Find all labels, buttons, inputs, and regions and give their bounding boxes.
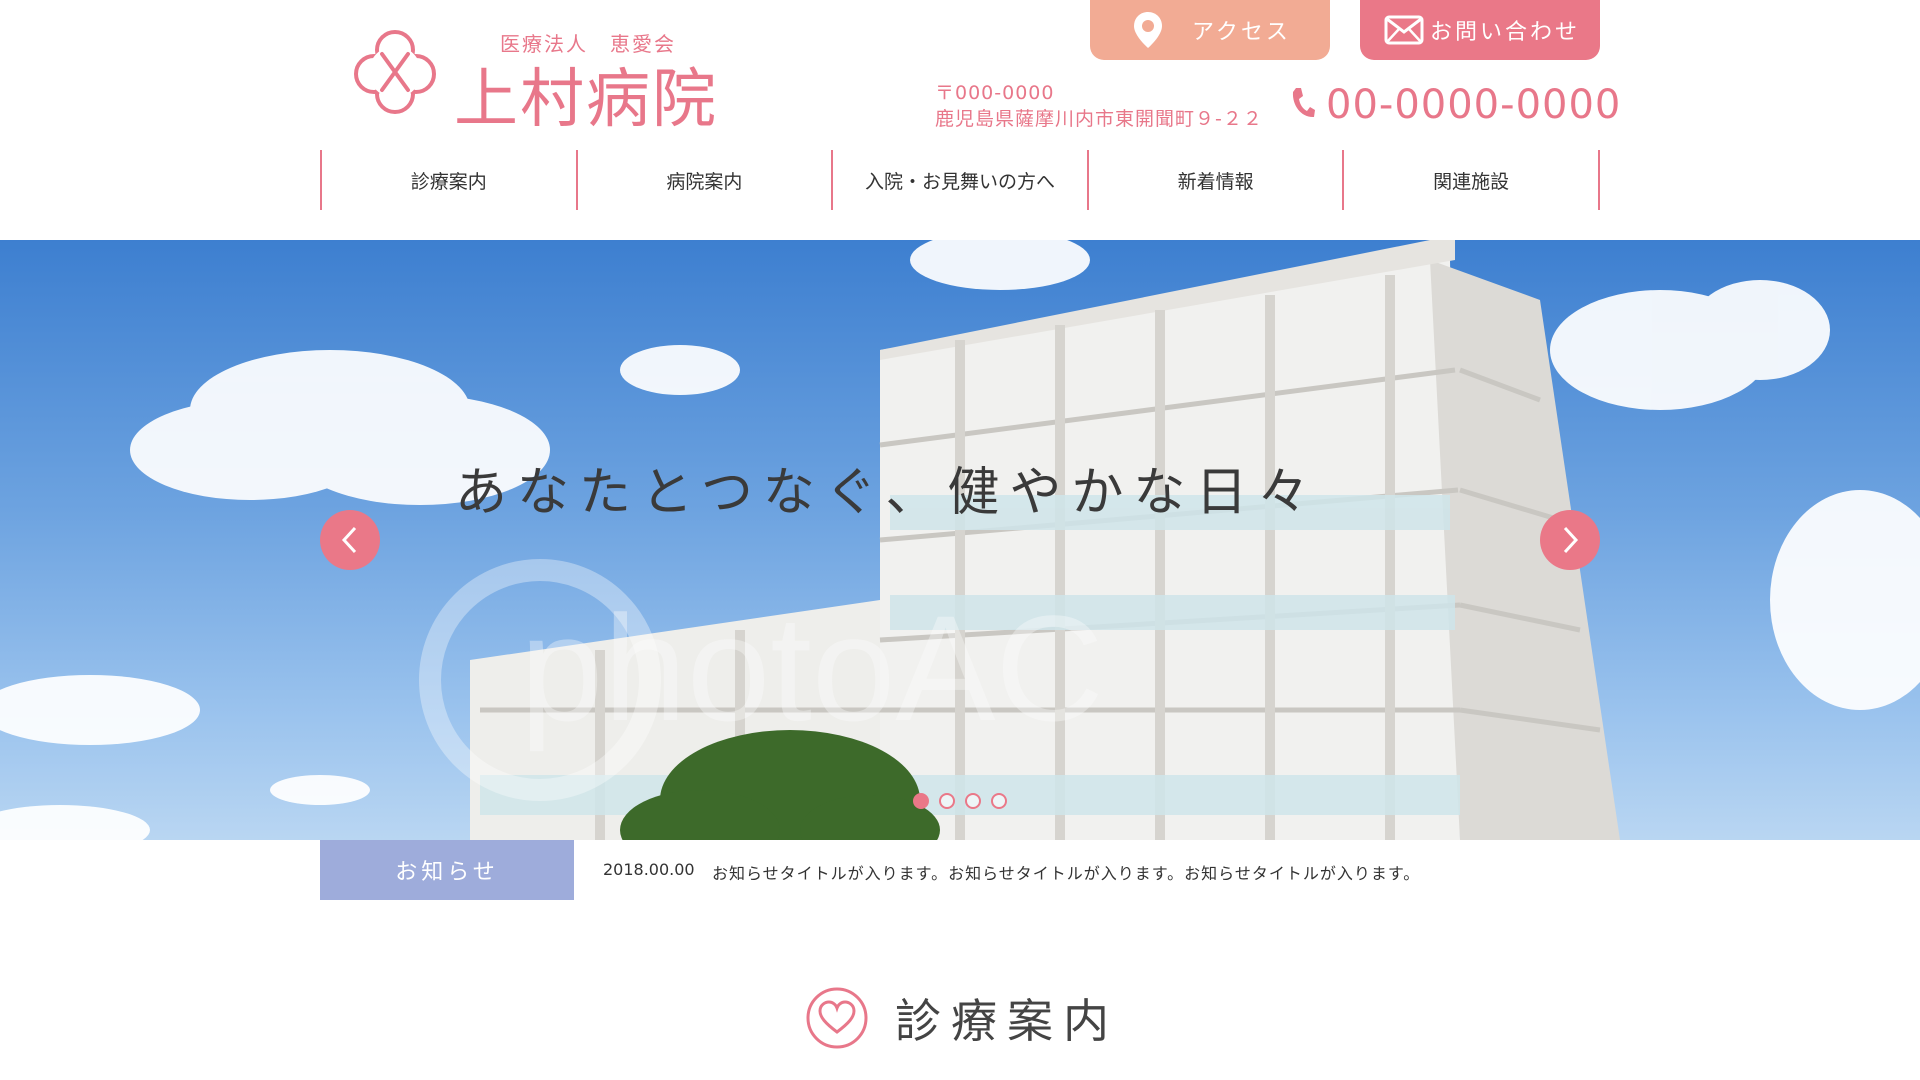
chevron-right-icon [1563,526,1579,554]
nav-item-inpatient[interactable]: 入院・お見舞いの方へ [833,150,1089,210]
global-nav: 診療案内 病院案内 入院・お見舞いの方へ 新着情報 関連施設 [320,150,1600,210]
slider-dot[interactable] [965,793,981,809]
map-pin-icon [1132,10,1164,50]
nav-item-news[interactable]: 新着情報 [1089,150,1345,210]
news-date: 2018.00.00 [603,860,695,879]
phone-number: 00-0000-0000 [1326,82,1622,128]
heart-icon [806,987,868,1049]
hero-hospital-image: photoAC [0,240,1920,840]
hero-catchphrase: あなたとつなぐ、健やかな日々 [455,463,1320,523]
nav-item-medical[interactable]: 診療案内 [322,150,578,210]
chevron-left-icon [341,526,357,554]
clover-logo-icon [354,30,436,114]
section-heading: 診療案内 [805,985,1119,1051]
slider-dot[interactable] [991,793,1007,809]
slider-next-button[interactable] [1540,510,1600,570]
street-address: 鹿児島県薩摩川内市東開聞町９-２２ [935,108,1263,130]
logo-hospital-name: 上村病院 [454,63,718,137]
section-title: 診療案内 [895,994,1119,1048]
phone-icon [1290,86,1316,124]
phone-block[interactable]: 00-0000-0000 [1290,82,1621,128]
slider-prev-button[interactable] [320,510,380,570]
watermark-text: photoAC [520,584,1104,752]
contact-label: お問い合わせ [1430,20,1581,45]
access-button[interactable]: アクセス [1090,0,1330,60]
postal-code: 〒000-0000 [935,82,1055,104]
hospital-logo[interactable]: 医療法人 恵愛会 上村病院 [350,22,730,137]
news-label: お知らせ [320,840,574,900]
address-block: 〒000-0000 鹿児島県薩摩川内市東開聞町９-２２ [935,80,1263,132]
news-title-link[interactable]: お知らせタイトルが入ります。お知らせタイトルが入ります。お知らせタイトルが入りま… [712,860,1420,884]
access-label: アクセス [1192,20,1291,45]
mail-icon [1384,14,1424,46]
slider-dot[interactable] [939,793,955,809]
contact-button[interactable]: お問い合わせ [1360,0,1600,60]
slider-dot[interactable] [913,793,929,809]
nav-item-hospital[interactable]: 病院案内 [578,150,834,210]
slider-pagination [913,793,1007,809]
hero-slider: photoAC あなたとつなぐ、健やかな日々 [0,240,1920,840]
nav-item-facilities[interactable]: 関連施設 [1344,150,1600,210]
